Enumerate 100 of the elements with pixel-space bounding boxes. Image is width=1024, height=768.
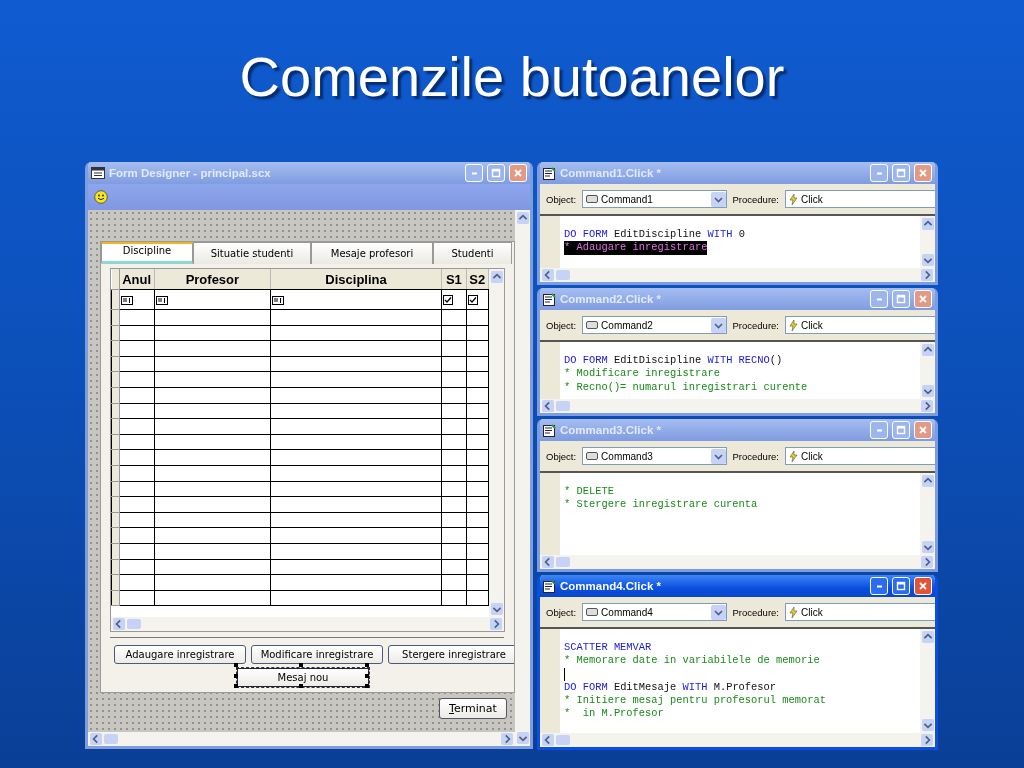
vertical-scrollbar[interactable] [920, 216, 935, 268]
row-selector[interactable] [111, 356, 120, 372]
scroll-left-icon[interactable] [113, 618, 125, 630]
selection-handle[interactable] [365, 674, 369, 678]
procedure-dropdown[interactable]: Click [785, 603, 935, 621]
selection-handle[interactable] [234, 663, 238, 667]
object-dropdown[interactable]: Command4 [582, 603, 727, 621]
scroll-thumb[interactable] [556, 401, 570, 411]
object-dropdown[interactable]: Command3 [582, 447, 727, 465]
row-selector[interactable] [111, 418, 120, 435]
row-selector[interactable] [111, 559, 120, 575]
scroll-down-icon[interactable] [921, 541, 934, 553]
minimize-button[interactable] [870, 577, 888, 595]
scroll-right-icon[interactable] [921, 556, 933, 568]
horizontal-scrollbar[interactable] [540, 399, 935, 413]
vertical-scrollbar[interactable] [920, 342, 935, 399]
row-selector[interactable] [111, 434, 120, 450]
tab[interactable]: Studenti [433, 242, 512, 264]
selection-handle[interactable] [234, 684, 238, 688]
scroll-up-icon[interactable] [921, 218, 934, 230]
scroll-up-icon[interactable] [490, 271, 503, 283]
scroll-up-icon[interactable] [921, 631, 934, 643]
object-dropdown[interactable]: Command1 [582, 190, 727, 208]
column-header[interactable]: Profesor [154, 269, 271, 290]
row-selector[interactable] [111, 289, 120, 310]
checkbox[interactable] [467, 295, 478, 305]
horizontal-scrollbar[interactable] [88, 732, 515, 746]
row-selector[interactable] [111, 403, 120, 419]
selection-handle[interactable] [365, 663, 369, 667]
scroll-down-icon[interactable] [516, 732, 529, 744]
scroll-down-icon[interactable] [921, 385, 934, 397]
object-dropdown[interactable]: Command2 [582, 316, 727, 334]
procedure-dropdown[interactable]: Click [785, 316, 935, 334]
selection-handle[interactable] [299, 684, 303, 688]
scroll-down-icon[interactable] [921, 254, 934, 266]
code-editor[interactable]: DO FORM EditDiscipline WITH RECNO() * Modificare inregistrare * Recno()= numarul inregistrari curente [540, 342, 935, 399]
command-button[interactable]: Modificare inregistrare [251, 645, 383, 664]
selection-handle[interactable] [299, 663, 303, 667]
selection-handle[interactable] [234, 674, 238, 678]
scroll-left-icon[interactable] [542, 556, 554, 568]
tab[interactable]: Discipline [101, 242, 193, 264]
scroll-right-icon[interactable] [490, 618, 502, 630]
scroll-thumb[interactable] [556, 735, 570, 745]
terminat-button[interactable]: Terminat [439, 698, 507, 719]
vertical-scrollbar[interactable] [920, 629, 935, 733]
scroll-thumb[interactable] [556, 557, 570, 567]
scroll-up-icon[interactable] [921, 344, 934, 356]
row-selector[interactable] [111, 527, 120, 544]
vertical-scrollbar[interactable] [515, 210, 530, 746]
command-button[interactable]: Stergere inregistrare [388, 645, 514, 664]
horizontal-scrollbar[interactable] [111, 617, 504, 631]
row-selector[interactable] [111, 340, 120, 357]
horizontal-scrollbar[interactable] [540, 268, 935, 282]
row-selector[interactable] [111, 325, 120, 341]
tab[interactable]: Situatie studenti [193, 242, 311, 264]
column-header[interactable]: Anul [119, 269, 155, 290]
scroll-thumb[interactable] [104, 734, 118, 744]
selection-handle[interactable] [365, 684, 369, 688]
scroll-down-icon[interactable] [490, 603, 503, 615]
scroll-up-icon[interactable] [921, 475, 934, 487]
scroll-down-icon[interactable] [921, 719, 934, 731]
scroll-right-icon[interactable] [921, 269, 933, 281]
scroll-right-icon[interactable] [921, 734, 933, 746]
column-header[interactable]: Disciplina [270, 269, 442, 290]
row-selector[interactable] [111, 496, 120, 513]
row-selector[interactable] [111, 543, 120, 559]
row-selector[interactable] [111, 387, 120, 404]
scroll-left-icon[interactable] [542, 269, 554, 281]
scroll-thumb[interactable] [556, 270, 570, 280]
row-selector[interactable] [111, 574, 120, 591]
horizontal-scrollbar[interactable] [540, 555, 935, 569]
row-selector[interactable] [111, 590, 120, 606]
procedure-dropdown[interactable]: Click [785, 190, 935, 208]
row-selector[interactable] [111, 465, 120, 482]
horizontal-scrollbar[interactable] [540, 733, 935, 747]
row-selector[interactable] [111, 309, 120, 326]
code-editor[interactable]: SCATTER MEMVAR * Memorare date in variabilele de memorie DO FORM EditMesaje WITH M.Profesor * Initiere mesaj pentru profesorul memorat * in M.Profesor [540, 629, 935, 733]
scroll-left-icon[interactable] [542, 400, 554, 412]
code-editor[interactable]: DO FORM EditDiscipline WITH 0 * Adaugare inregistrare [540, 216, 935, 268]
row-selector[interactable] [111, 481, 120, 497]
vertical-scrollbar[interactable] [489, 269, 504, 617]
scroll-up-icon[interactable] [516, 212, 529, 224]
code-editor[interactable]: * DELETE * Stergere inregistrare curenta [540, 473, 935, 555]
column-header[interactable]: S1 [441, 269, 467, 290]
row-selector[interactable] [111, 512, 120, 528]
procedure-dropdown[interactable]: Click [785, 447, 935, 465]
scroll-left-icon[interactable] [90, 733, 102, 745]
scroll-right-icon[interactable] [501, 733, 513, 745]
tab[interactable]: Mesaje profesori [311, 242, 433, 264]
scroll-thumb[interactable] [127, 619, 141, 629]
command-button[interactable]: Adaugare inregistrare [114, 645, 246, 664]
vertical-scrollbar[interactable] [920, 473, 935, 555]
scroll-right-icon[interactable] [921, 400, 933, 412]
row-selector[interactable] [111, 449, 120, 466]
command-button[interactable]: Mesaj nou [237, 668, 369, 687]
close-button[interactable] [914, 577, 932, 595]
column-header[interactable]: S2 [466, 269, 489, 290]
scroll-left-icon[interactable] [542, 734, 554, 746]
row-selector[interactable] [111, 371, 120, 388]
checkbox[interactable] [443, 295, 454, 305]
